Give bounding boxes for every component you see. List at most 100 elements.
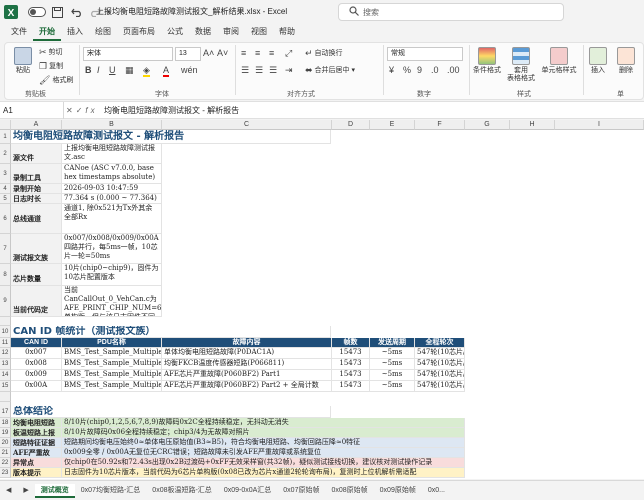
sheet-tab[interactable]: 0x0... [422, 484, 451, 498]
tab-draw[interactable]: 绘图 [89, 25, 117, 41]
table-cell[interactable]: 547轮(10芯片/轮) [415, 370, 465, 381]
column-header-d[interactable]: D [332, 120, 370, 130]
row-header[interactable]: 19 [0, 428, 11, 438]
row-header[interactable]: 2 [0, 144, 11, 164]
row-header[interactable] [0, 317, 11, 326]
name-box[interactable]: A1 [0, 102, 64, 119]
cell-styles-button[interactable]: 单元格样式 [539, 47, 579, 75]
paste-button[interactable]: 粘贴 [7, 47, 39, 75]
row-header[interactable] [0, 392, 11, 402]
conclusion-label[interactable]: 板温短路上报 [11, 428, 62, 438]
align-right-button[interactable]: ☰ [269, 65, 277, 75]
section-title-conclusion[interactable]: 总体结论 [11, 406, 331, 418]
select-all-corner[interactable] [0, 120, 11, 130]
cut-button[interactable]: ✂ 剪切 [39, 47, 63, 57]
save-icon[interactable] [52, 3, 63, 21]
conclusion-value[interactable]: 短路期间均衡电压始终0≈单体电压原始值(B3≈B5)，符合均衡电阻短路、均衡回路… [62, 438, 465, 448]
row-header[interactable]: 17 [0, 406, 11, 418]
column-header-c[interactable]: C [162, 120, 332, 130]
table-cell[interactable]: 0x009 [11, 370, 62, 381]
info-value[interactable]: CANoe (ASC v7.0.0, base hex timestamps a… [62, 164, 162, 184]
table-cell[interactable]: 单体均衡电阻短路故障(P0DAC1A) [162, 348, 332, 359]
sheet-tab-overview[interactable]: 测试概览 [34, 483, 75, 498]
table-cell[interactable]: 15473 [332, 359, 370, 370]
table-cell[interactable]: ~5ms [370, 381, 415, 392]
table-cell[interactable]: 15473 [332, 381, 370, 392]
decrease-decimal-button[interactable]: .00 [447, 65, 460, 75]
sheet-tab[interactable]: 0x08板温短路-汇总 [146, 484, 218, 498]
undo-icon[interactable] [71, 3, 83, 21]
row-header[interactable]: 14 [0, 370, 11, 381]
table-cell[interactable]: 547轮(10芯片/轮) [415, 359, 465, 370]
font-size-select[interactable]: 13 [175, 47, 201, 61]
column-header-f[interactable]: F [415, 120, 465, 130]
tab-view[interactable]: 视图 [245, 25, 273, 41]
table-cell[interactable]: 15473 [332, 348, 370, 359]
bottom-align-button[interactable]: ≡ [269, 48, 274, 58]
table-header[interactable]: 全程轮次 [415, 338, 465, 348]
conclusion-value[interactable]: 8/10片(chip0,1,2,5,6,7,8,9)故障码0x2C全程持续稳定，… [62, 418, 465, 428]
conclusion-label[interactable]: AFE严重故 [11, 448, 62, 458]
conclusion-label[interactable]: 版本提示 [11, 468, 62, 478]
info-label[interactable]: 日志时长 [11, 194, 62, 204]
indent-button[interactable]: ⇥ [285, 65, 293, 75]
sheet-tab[interactable]: 0x08原始帧 [325, 484, 373, 498]
conditional-format-button[interactable]: 条件格式 [471, 47, 503, 75]
tab-formulas[interactable]: 公式 [161, 25, 189, 41]
info-value[interactable]: 通道1, 除0x521为Tx外其余全部Rx [62, 204, 162, 234]
row-header[interactable]: 3 [0, 164, 11, 184]
tab-help[interactable]: 帮助 [273, 25, 301, 41]
table-header[interactable]: 帧数 [332, 338, 370, 348]
info-label[interactable]: 当前代码定 [11, 286, 62, 317]
sheet-tab[interactable]: 0x07原始帧 [277, 484, 325, 498]
column-header-b[interactable]: B [62, 120, 162, 130]
tab-insert[interactable]: 插入 [61, 25, 89, 41]
row-header[interactable]: 13 [0, 359, 11, 370]
wrap-text-button[interactable]: ↵ 自动换行 [305, 48, 343, 58]
sheet-tab[interactable]: 0x09-0x0A汇总 [218, 484, 277, 498]
conclusion-value[interactable]: 仅chip0在50.92s和72.43s出现0x2B过渡码+0xFF无效采样窗(… [62, 458, 465, 468]
table-cell[interactable]: 0x008 [11, 359, 62, 370]
table-cell[interactable]: AFE芯片严重故障(P060BF2) Part2 + 全局计数 [162, 381, 332, 392]
table-cell[interactable]: BMS_Test_Sample_Multiple08 [62, 359, 162, 370]
tab-review[interactable]: 审阅 [217, 25, 245, 41]
column-header-i[interactable]: I [555, 120, 644, 130]
font-color-button[interactable]: A [163, 65, 170, 77]
table-cell[interactable]: 15473 [332, 370, 370, 381]
tab-data[interactable]: 数据 [189, 25, 217, 41]
table-cell[interactable]: ~5ms [370, 359, 415, 370]
conclusion-label[interactable]: 均衡电阻短路 [11, 418, 62, 428]
align-center-button[interactable]: ☰ [255, 65, 263, 75]
table-cell[interactable]: AFE芯片严重故障(P060BF2) Part1 [162, 370, 332, 381]
row-header[interactable]: 8 [0, 264, 11, 286]
conclusion-label[interactable]: 异常点 [11, 458, 62, 468]
currency-button[interactable]: ¥ [389, 65, 394, 75]
table-cell[interactable]: 均衡FKCB温度传感器短路(P066811) [162, 359, 332, 370]
row-header[interactable]: 4 [0, 184, 11, 194]
info-label[interactable]: 录制工具 [11, 164, 62, 184]
info-label[interactable]: 测试报文族 [11, 234, 62, 264]
conclusion-value[interactable]: 8/10片故障码0x06全程持续稳定；chip3/4为无故障对照片 [62, 428, 465, 438]
tab-page-layout[interactable]: 页面布局 [117, 25, 161, 41]
italic-button[interactable]: I [97, 65, 100, 75]
column-header-h[interactable]: H [510, 120, 555, 130]
underline-button[interactable]: U [109, 65, 116, 75]
info-value[interactable]: 2026-09-03 10:47:59 [62, 184, 162, 194]
row-header[interactable]: 6 [0, 204, 11, 234]
percent-button[interactable]: % [403, 65, 411, 75]
row-header[interactable]: 9 [0, 286, 11, 317]
row-header[interactable]: 15 [0, 381, 11, 392]
row-header[interactable]: 10 [0, 326, 11, 338]
info-label[interactable]: 录制开始 [11, 184, 62, 194]
increase-decimal-button[interactable]: .0 [431, 65, 439, 75]
row-header[interactable]: 20 [0, 438, 11, 448]
delete-cells-button[interactable]: 删除 [613, 47, 639, 75]
table-header[interactable]: 发送周期 [370, 338, 415, 348]
section-title-can-id[interactable]: CAN ID 帧统计（测试报文族） [11, 326, 331, 338]
sheet-nav-next-icon[interactable]: ▶ [17, 484, 34, 498]
info-label[interactable]: 芯片数量 [11, 264, 62, 286]
info-label[interactable]: 源文件 [11, 144, 62, 164]
info-value[interactable]: 10片(chip0~chip9)，固件为10芯片配置版本 [62, 264, 162, 286]
sheet-tab[interactable]: 0x09原始帧 [374, 484, 422, 498]
table-cell[interactable]: BMS_Test_Sample_Multiple07 [62, 348, 162, 359]
